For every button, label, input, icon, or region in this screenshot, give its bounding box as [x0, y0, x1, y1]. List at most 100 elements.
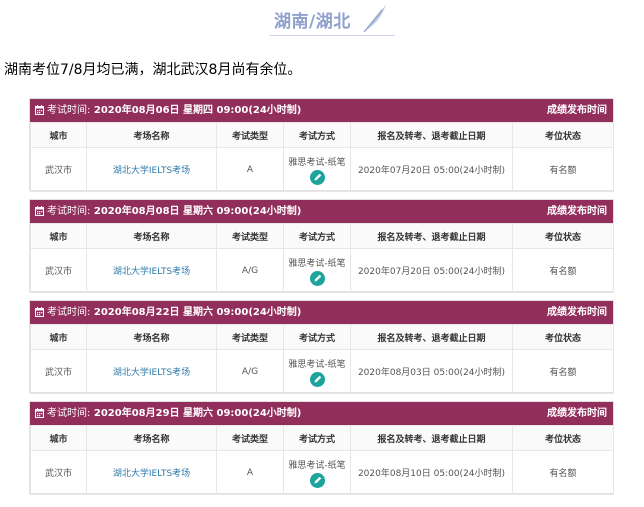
exam-date: 2020年08月29日 星期六 09:00(24小时制) — [93, 408, 302, 419]
city-cell: 武汉市 — [30, 349, 87, 394]
column-header: 考试方式 — [283, 223, 351, 249]
column-header: 考场名称 — [86, 425, 217, 451]
exam-mode-text: 雅思考试-纸笔 — [288, 359, 346, 370]
table-row: 武汉市 湖北大学IELTS考场 A/G 雅思考试-纸笔 2020年08月03日 … — [30, 349, 614, 394]
exam-session-panel: 考试时间: 2020年08月29日 星期六 09:00(24小时制) 成绩发布时… — [29, 401, 614, 495]
exam-mode-text: 雅思考试-纸笔 — [288, 157, 346, 168]
table-header-row: 城市 考场名称 考试类型 考试方式 报名及转考、退考截止日期 考位状态 — [30, 425, 614, 451]
column-header: 报名及转考、退考截止日期 — [350, 425, 513, 451]
column-header: 考位状态 — [512, 425, 614, 451]
edit-pencil-icon[interactable] — [309, 472, 325, 488]
exam-type-cell: A — [216, 147, 284, 192]
edit-pencil-icon[interactable] — [309, 270, 325, 286]
exam-time-bar: 考试时间: 2020年08月06日 星期四 09:00(24小时制) 成绩发布时… — [30, 99, 613, 122]
table-row: 武汉市 湖北大学IELTS考场 A 雅思考试-纸笔 2020年07月20日 05… — [30, 147, 614, 192]
exam-mode-text: 雅思考试-纸笔 — [288, 460, 346, 471]
table-header-row: 城市 考场名称 考试类型 考试方式 报名及转考、退考截止日期 考位状态 — [30, 122, 614, 148]
exam-type-cell: A/G — [216, 248, 284, 293]
page-header: 湖南/湖北 — [0, 0, 644, 40]
column-header: 考试类型 — [216, 223, 284, 249]
column-header: 城市 — [30, 122, 87, 148]
column-header: 考试类型 — [216, 324, 284, 350]
exam-time-bar: 考试时间: 2020年08月08日 星期六 09:00(24小时制) 成绩发布时… — [30, 200, 613, 223]
session-table: 城市 考场名称 考试类型 考试方式 报名及转考、退考截止日期 考位状态 武汉市 湖北大学I… — [30, 324, 614, 394]
calendar-icon — [35, 206, 44, 216]
column-header: 考位状态 — [512, 223, 614, 249]
table-header-row: 城市 考场名称 考试类型 考试方式 报名及转考、退考截止日期 考位状态 — [30, 223, 614, 249]
exam-mode-cell: 雅思考试-纸笔 — [283, 450, 351, 495]
column-header: 报名及转考、退考截止日期 — [350, 223, 513, 249]
edit-pencil-icon[interactable] — [309, 169, 325, 185]
column-header: 考试方式 — [283, 425, 351, 451]
column-header: 考试方式 — [283, 324, 351, 350]
exam-time: 考试时间: 2020年08月08日 星期六 09:00(24小时制) — [47, 200, 301, 223]
seat-status-cell: 有名额 — [512, 349, 614, 394]
table-header-row: 城市 考场名称 考试类型 考试方式 报名及转考、退考截止日期 考位状态 — [30, 324, 614, 350]
exam-session-panel: 考试时间: 2020年08月08日 星期六 09:00(24小时制) 成绩发布时… — [29, 199, 614, 293]
calendar-icon — [35, 105, 44, 115]
column-header: 考试类型 — [216, 425, 284, 451]
exam-mode-cell: 雅思考试-纸笔 — [283, 147, 351, 192]
seat-status-cell: 有名额 — [512, 248, 614, 293]
exam-type-cell: A — [216, 450, 284, 495]
exam-time-bar: 考试时间: 2020年08月22日 星期六 09:00(24小时制) 成绩发布时… — [30, 301, 613, 324]
calendar-icon — [35, 408, 44, 418]
table-row: 武汉市 湖北大学IELTS考场 A/G 雅思考试-纸笔 2020年07月20日 … — [30, 248, 614, 293]
column-header: 报名及转考、退考截止日期 — [350, 122, 513, 148]
exam-mode-text: 雅思考试-纸笔 — [288, 258, 346, 269]
column-header: 考试方式 — [283, 122, 351, 148]
column-header: 城市 — [30, 324, 87, 350]
column-header: 考场名称 — [86, 122, 217, 148]
exam-session-panel: 考试时间: 2020年08月06日 星期四 09:00(24小时制) 成绩发布时… — [29, 98, 614, 192]
venue-link[interactable]: 湖北大学IELTS考场 — [86, 450, 217, 495]
calendar-icon — [35, 307, 44, 317]
seat-status-cell: 有名额 — [512, 147, 614, 192]
city-cell: 武汉市 — [30, 248, 87, 293]
city-cell: 武汉市 — [30, 450, 87, 495]
exam-time-bar: 考试时间: 2020年08月29日 星期六 09:00(24小时制) 成绩发布时… — [30, 402, 613, 425]
session-table: 城市 考场名称 考试类型 考试方式 报名及转考、退考截止日期 考位状态 武汉市 湖北大学I… — [30, 122, 614, 192]
results-release-link[interactable]: 成绩发布时间 — [547, 200, 607, 223]
column-header: 考试类型 — [216, 122, 284, 148]
edit-pencil-icon[interactable] — [309, 371, 325, 387]
column-header: 考位状态 — [512, 122, 614, 148]
seat-status-cell: 有名额 — [512, 450, 614, 495]
deadline-cell: 2020年08月10日 05:00(24小时制) — [350, 450, 513, 495]
exam-session-panel: 考试时间: 2020年08月22日 星期六 09:00(24小时制) 成绩发布时… — [29, 300, 614, 394]
exam-date: 2020年08月06日 星期四 09:00(24小时制) — [93, 105, 302, 116]
exam-time-label: 考试时间: — [47, 408, 91, 419]
column-header: 报名及转考、退考截止日期 — [350, 324, 513, 350]
exam-type-cell: A/G — [216, 349, 284, 394]
feather-icon — [363, 5, 386, 33]
column-header: 考场名称 — [86, 223, 217, 249]
venue-link[interactable]: 湖北大学IELTS考场 — [86, 147, 217, 192]
exam-time: 考试时间: 2020年08月06日 星期四 09:00(24小时制) — [47, 99, 301, 122]
deadline-cell: 2020年07月20日 05:00(24小时制) — [350, 248, 513, 293]
results-release-link[interactable]: 成绩发布时间 — [547, 301, 607, 324]
page-title: 湖南/湖北 — [274, 12, 351, 32]
exam-mode-cell: 雅思考试-纸笔 — [283, 349, 351, 394]
exam-time: 考试时间: 2020年08月22日 星期六 09:00(24小时制) — [47, 301, 301, 324]
deadline-cell: 2020年08月03日 05:00(24小时制) — [350, 349, 513, 394]
results-release-link[interactable]: 成绩发布时间 — [547, 402, 607, 425]
exam-date: 2020年08月22日 星期六 09:00(24小时制) — [93, 307, 302, 318]
intro-text: 湖南考位7/8月均已满，湖北武汉8月尚有余位。 — [4, 62, 302, 78]
venue-link[interactable]: 湖北大学IELTS考场 — [86, 248, 217, 293]
title-underline — [270, 35, 395, 36]
exam-time-label: 考试时间: — [47, 105, 91, 116]
exam-time-label: 考试时间: — [47, 307, 91, 318]
deadline-cell: 2020年07月20日 05:00(24小时制) — [350, 147, 513, 192]
exam-time: 考试时间: 2020年08月29日 星期六 09:00(24小时制) — [47, 402, 301, 425]
table-row: 武汉市 湖北大学IELTS考场 A 雅思考试-纸笔 2020年08月10日 05… — [30, 450, 614, 495]
venue-link[interactable]: 湖北大学IELTS考场 — [86, 349, 217, 394]
exam-time-label: 考试时间: — [47, 206, 91, 217]
city-cell: 武汉市 — [30, 147, 87, 192]
results-release-link[interactable]: 成绩发布时间 — [547, 99, 607, 122]
column-header: 考位状态 — [512, 324, 614, 350]
column-header: 考场名称 — [86, 324, 217, 350]
session-table: 城市 考场名称 考试类型 考试方式 报名及转考、退考截止日期 考位状态 武汉市 湖北大学I… — [30, 223, 614, 293]
session-table: 城市 考场名称 考试类型 考试方式 报名及转考、退考截止日期 考位状态 武汉市 湖北大学I… — [30, 425, 614, 495]
exam-date: 2020年08月08日 星期六 09:00(24小时制) — [93, 206, 302, 217]
column-header: 城市 — [30, 223, 87, 249]
exam-mode-cell: 雅思考试-纸笔 — [283, 248, 351, 293]
